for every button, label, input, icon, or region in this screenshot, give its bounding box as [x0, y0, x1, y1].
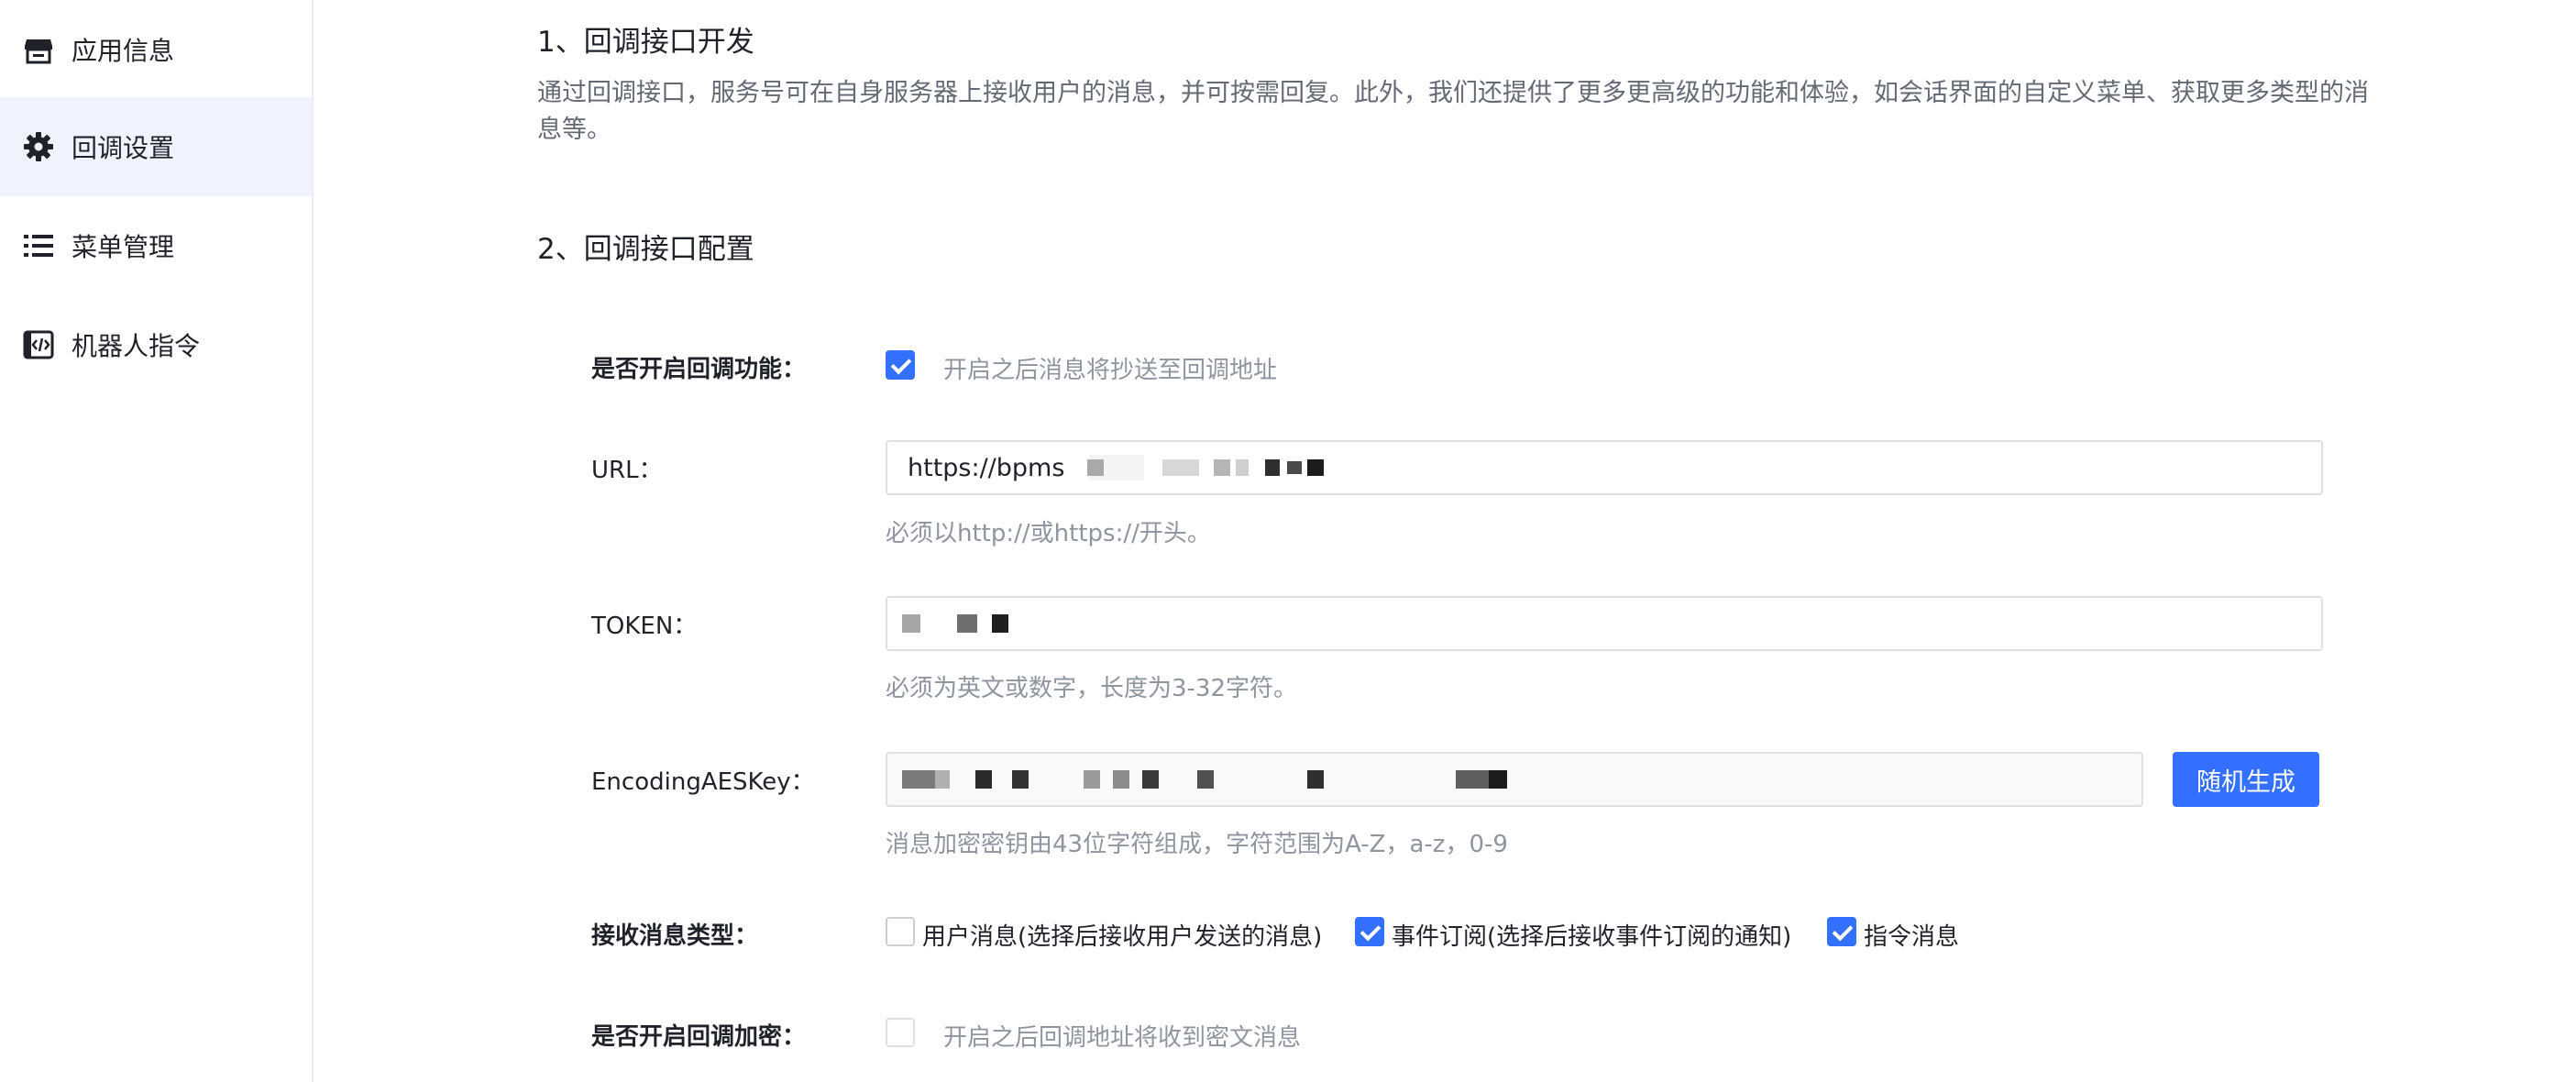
- redaction-mask: [992, 614, 1008, 633]
- redaction-mask: [1307, 770, 1324, 789]
- redaction-mask: [957, 614, 977, 633]
- encryption-hint: 开启之后回调地址将收到密文消息: [943, 1024, 1302, 1052]
- redaction-mask: [1197, 770, 1214, 789]
- encryption-label: 是否开启回调加密：: [591, 1023, 807, 1051]
- user-message-checkbox[interactable]: [886, 917, 915, 946]
- redaction-mask: [1084, 770, 1100, 789]
- sidebar-item-label: 机器人指令: [72, 331, 201, 361]
- sidebar-item-callback-settings[interactable]: 回调设置: [0, 97, 312, 196]
- user-message-label[interactable]: 用户消息(选择后接收用户发送的消息): [922, 918, 1322, 952]
- redaction-mask: [1307, 459, 1324, 476]
- redaction-mask: [1214, 459, 1230, 476]
- url-label: URL：: [591, 457, 663, 484]
- message-types-label: 接收消息类型：: [591, 922, 759, 950]
- enable-callback-checkbox[interactable]: [886, 350, 915, 380]
- redaction-mask: [1162, 459, 1199, 476]
- sidebar-item-menu-management[interactable]: 菜单管理: [0, 196, 312, 295]
- sidebar: 应用信息 回调设置 菜单管理 机器人指令: [0, 0, 314, 1082]
- url-value: https://bpms: [908, 453, 1065, 482]
- redaction-mask: [1456, 770, 1492, 789]
- encryption-checkbox[interactable]: [886, 1018, 915, 1047]
- enable-callback-hint: 开启之后消息将抄送至回调地址: [943, 357, 1278, 384]
- sidebar-item-label: 回调设置: [72, 133, 175, 163]
- enable-callback-label: 是否开启回调功能：: [591, 356, 807, 383]
- aes-key-hint: 消息加密密钥由43位字符组成，字符范围为A-Z，a-z，0-9: [886, 831, 1508, 858]
- gear-icon: [22, 130, 55, 163]
- aes-key-label: EncodingAESKey：: [591, 768, 815, 796]
- sidebar-item-bot-commands[interactable]: 机器人指令: [0, 295, 312, 394]
- redaction-mask: [1113, 770, 1129, 789]
- redaction-mask: [1087, 459, 1104, 476]
- command-message-checkbox[interactable]: [1827, 917, 1856, 946]
- sidebar-item-label: 菜单管理: [72, 232, 175, 262]
- redaction-mask: [902, 614, 920, 633]
- command-message-label[interactable]: 指令消息: [1864, 918, 1959, 952]
- code-icon: [22, 328, 55, 361]
- sidebar-item-app-info[interactable]: 应用信息: [0, 0, 312, 99]
- store-icon: [22, 33, 55, 66]
- aes-key-input[interactable]: [886, 752, 2143, 807]
- redaction-mask: [1287, 461, 1302, 474]
- redaction-mask: [1265, 459, 1280, 476]
- section-title-callback-config: 2、回调接口配置: [537, 233, 754, 266]
- token-input[interactable]: [886, 596, 2323, 651]
- redaction-mask: [1489, 770, 1507, 789]
- section-description: 通过回调接口，服务号可在自身服务器上接收用户的消息，并可按需回复。此外，我们还提…: [537, 79, 2369, 144]
- redaction-mask: [975, 770, 992, 789]
- token-label: TOKEN：: [591, 613, 698, 640]
- url-hint: 必须以http://或https://开头。: [886, 520, 1211, 547]
- sidebar-item-label: 应用信息: [72, 36, 175, 66]
- token-hint: 必须为英文或数字，长度为3-32字符。: [886, 675, 1298, 702]
- redaction-mask: [1012, 770, 1029, 789]
- event-subscription-label[interactable]: 事件订阅(选择后接收事件订阅的通知): [1392, 918, 1791, 952]
- random-generate-button[interactable]: 随机生成: [2173, 752, 2319, 807]
- redaction-mask: [1236, 459, 1249, 476]
- url-input[interactable]: https://bpms: [886, 440, 2323, 495]
- section-title-callback-dev: 1、回调接口开发: [537, 26, 754, 59]
- redaction-mask: [935, 770, 950, 789]
- list-icon: [22, 229, 55, 262]
- redaction-mask: [902, 770, 939, 789]
- event-subscription-checkbox[interactable]: [1355, 917, 1384, 946]
- redaction-mask: [1142, 770, 1159, 789]
